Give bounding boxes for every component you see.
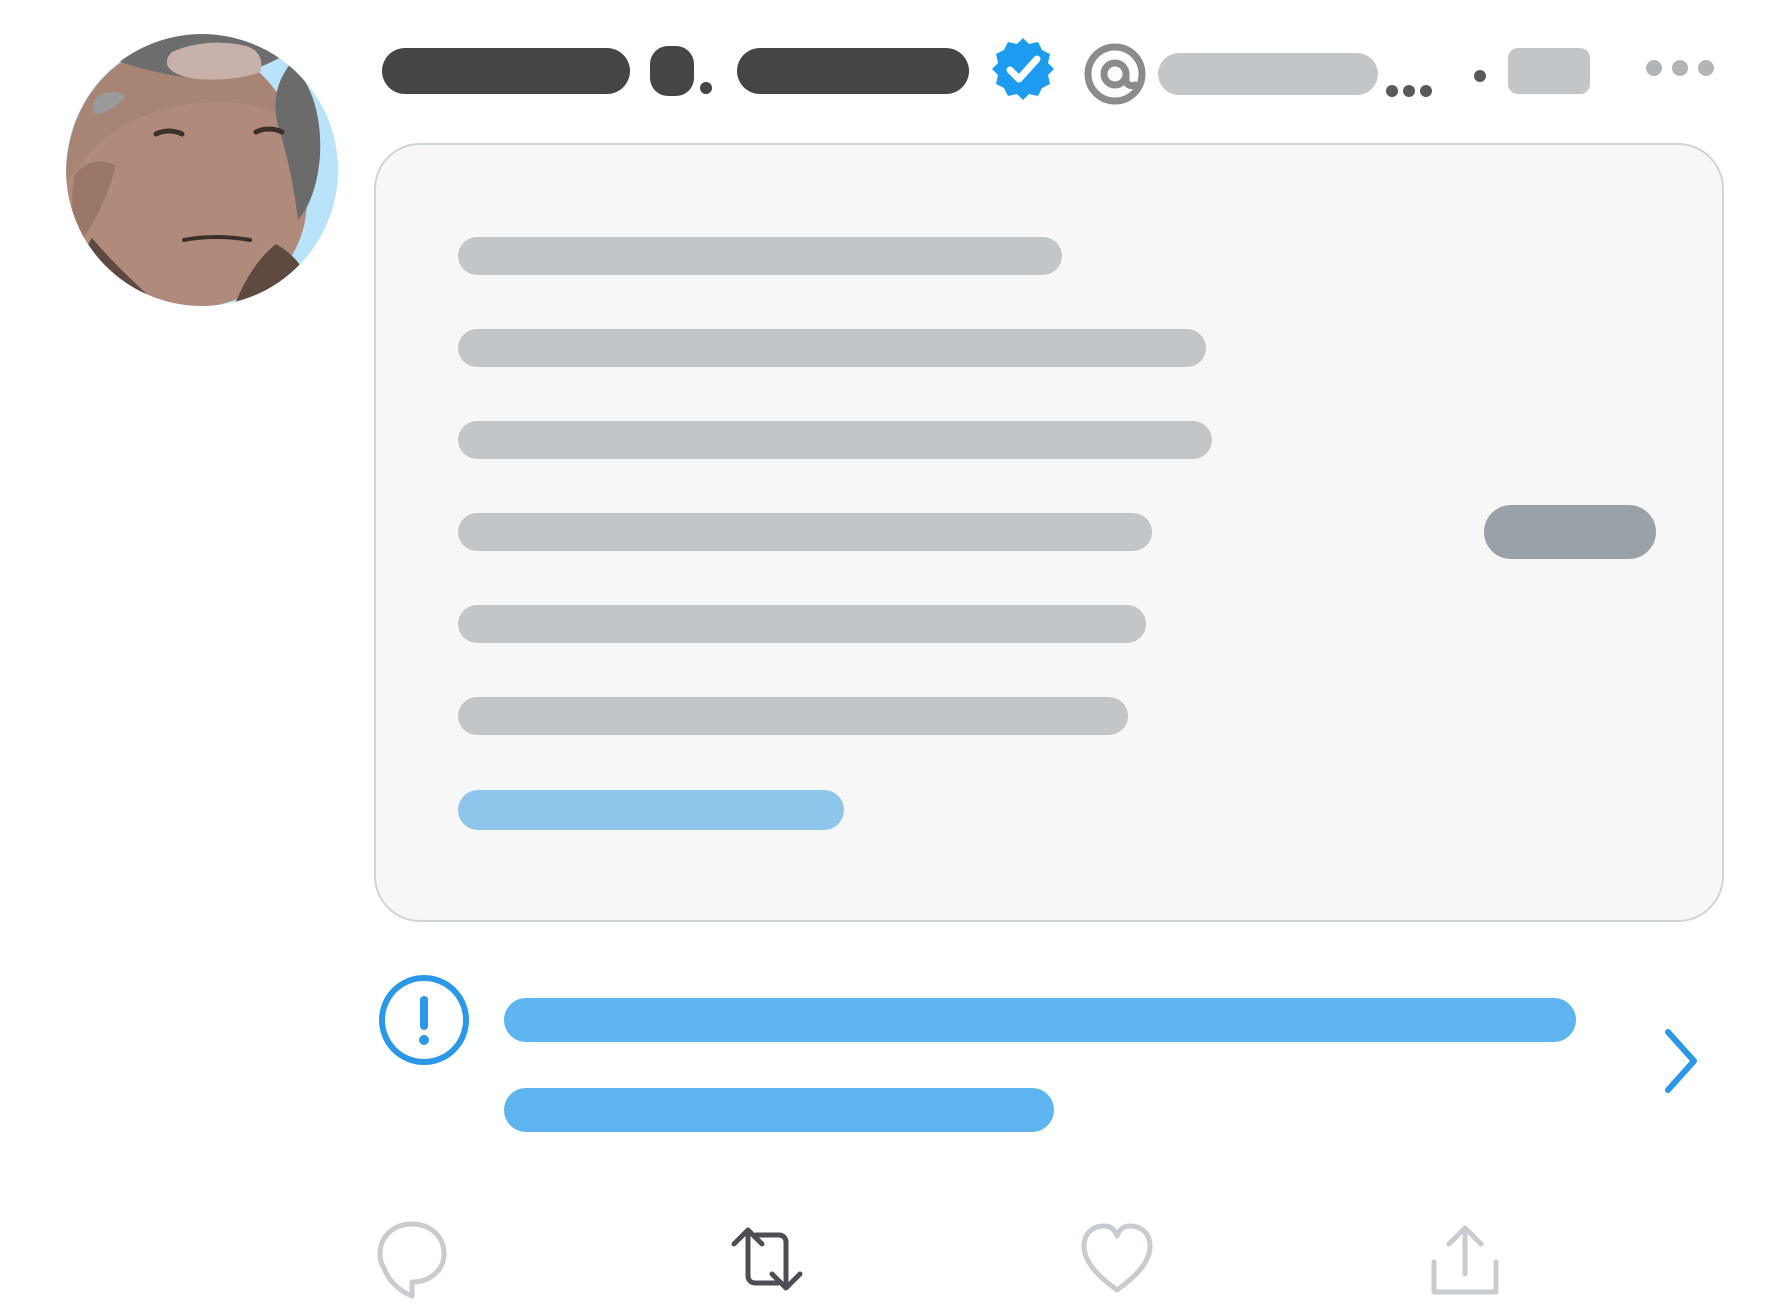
notice-line-2 <box>504 1088 1054 1132</box>
at-icon <box>1083 42 1147 106</box>
quoted-text <box>376 145 377 146</box>
exclamation-circle-icon <box>378 974 470 1066</box>
separator-dot <box>1474 70 1486 82</box>
quoted-tweet-card[interactable] <box>374 143 1724 922</box>
handle-placeholder[interactable] <box>1158 53 1378 95</box>
quoted-text-line-6 <box>458 697 1128 735</box>
timestamp <box>0 0 1 1</box>
quoted-link-placeholder[interactable] <box>458 790 844 830</box>
notice-text <box>0 0 1 1</box>
chevron-right-icon[interactable] <box>1660 1026 1702 1096</box>
quoted-text-line-4 <box>458 513 1152 551</box>
quoted-text-line-1 <box>458 237 1062 275</box>
notice-line-1 <box>504 998 1576 1042</box>
quoted-badge-placeholder <box>1484 505 1656 559</box>
verified-badge-icon <box>990 36 1056 102</box>
ellipsis-dot-3 <box>1420 85 1432 97</box>
display-name-placeholder[interactable] <box>382 48 630 94</box>
ellipsis-dot-1 <box>1386 85 1398 97</box>
display-name-surname-placeholder <box>737 48 969 94</box>
quoted-link <box>376 145 377 146</box>
share-icon[interactable] <box>1420 1214 1510 1304</box>
heart-icon[interactable] <box>1072 1214 1162 1304</box>
quoted-text-line-3 <box>458 421 1212 459</box>
quoted-text-line-2 <box>458 329 1206 367</box>
more-icon[interactable] <box>1644 56 1716 80</box>
tweet <box>0 0 1788 1314</box>
display-name-initial-placeholder <box>650 46 694 96</box>
avatar[interactable] <box>66 34 338 306</box>
name-dot <box>700 82 712 94</box>
reply-icon[interactable] <box>370 1214 460 1304</box>
retweet-icon[interactable] <box>722 1214 812 1304</box>
handle <box>0 0 1 1</box>
timestamp-placeholder[interactable] <box>1508 48 1590 94</box>
ellipsis-dot-2 <box>1403 85 1415 97</box>
quoted-text-line-5 <box>458 605 1146 643</box>
display-name <box>0 0 1 1</box>
